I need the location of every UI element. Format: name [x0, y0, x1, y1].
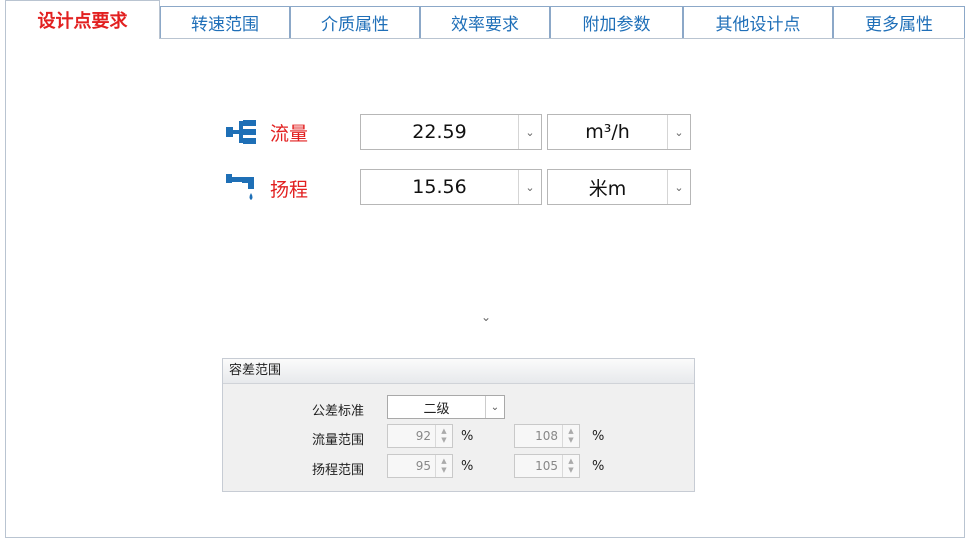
spinner-arrows-icon[interactable]: ▲ ▼	[562, 455, 579, 477]
head-max-value[interactable]: 105	[515, 459, 562, 473]
flow-row: 流量	[222, 114, 340, 150]
percent-label: %	[461, 459, 474, 474]
tab-speed-range[interactable]: 转速范围	[160, 6, 290, 38]
tab-medium-properties[interactable]: 介质属性	[290, 6, 420, 38]
tab-bar: 设计点要求 转速范围 介质属性 效率要求 附加参数 其他设计点 更多属性	[0, 0, 970, 39]
chevron-down-icon[interactable]: ⌄	[485, 396, 504, 418]
tolerance-group-title: 容差范围	[223, 359, 694, 384]
tolerance-group: 容差范围 公差标准 二级 ⌄ 流量范围 92 ▲ ▼ % 108 ▲ ▼ % 扬程范…	[222, 358, 695, 492]
flow-min-spinner[interactable]: 92 ▲ ▼	[387, 424, 453, 448]
tolerance-standard-label: 公差标准	[312, 404, 365, 419]
head-max-spinner[interactable]: 105 ▲ ▼	[514, 454, 580, 478]
head-value[interactable]: 15.56	[361, 176, 518, 198]
tab-other-design-points[interactable]: 其他设计点	[683, 6, 833, 38]
tolerance-standard-select[interactable]: 二级 ⌄	[387, 395, 505, 419]
percent-label: %	[592, 429, 605, 444]
flow-value[interactable]: 22.59	[361, 121, 518, 143]
percent-label: %	[461, 429, 474, 444]
spinner-arrows-icon[interactable]: ▲ ▼	[435, 425, 452, 447]
tolerance-standard-value[interactable]: 二级	[388, 398, 485, 417]
chevron-down-icon[interactable]: ⌄	[667, 170, 690, 204]
head-row: 扬程	[222, 170, 340, 206]
percent-label: %	[592, 459, 605, 474]
head-unit-combo[interactable]: 米m ⌄	[547, 169, 691, 205]
chevron-down-icon[interactable]: ⌄	[518, 170, 541, 204]
chevron-down-icon[interactable]: ⌄	[518, 115, 541, 149]
tab-additional-params[interactable]: 附加参数	[550, 6, 683, 38]
head-unit[interactable]: 米m	[548, 174, 667, 201]
head-min-value[interactable]: 95	[388, 459, 435, 473]
head-value-combo[interactable]: 15.56 ⌄	[360, 169, 542, 205]
head-min-spinner[interactable]: 95 ▲ ▼	[387, 454, 453, 478]
tab-efficiency[interactable]: 效率要求	[420, 6, 550, 38]
spinner-arrows-icon[interactable]: ▲ ▼	[562, 425, 579, 447]
tab-more-properties[interactable]: 更多属性	[833, 6, 965, 38]
head-range-label: 扬程范围	[312, 463, 365, 478]
tab-design-point[interactable]: 设计点要求	[5, 0, 160, 39]
head-label: 扬程	[270, 178, 309, 201]
head-icon	[222, 170, 260, 206]
flow-value-combo[interactable]: 22.59 ⌄	[360, 114, 542, 150]
flow-label: 流量	[270, 122, 309, 145]
spinner-arrows-icon[interactable]: ▲ ▼	[435, 455, 452, 477]
flow-unit-combo[interactable]: m³/h ⌄	[547, 114, 691, 150]
flow-max-value[interactable]: 108	[515, 429, 562, 443]
expand-chevron-icon[interactable]: ⌄	[478, 310, 494, 326]
flow-min-value[interactable]: 92	[388, 429, 435, 443]
chevron-down-icon[interactable]: ⌄	[667, 115, 690, 149]
flow-unit[interactable]: m³/h	[548, 121, 667, 143]
flow-range-label: 流量范围	[312, 433, 365, 448]
flow-max-spinner[interactable]: 108 ▲ ▼	[514, 424, 580, 448]
flow-icon	[222, 114, 260, 150]
